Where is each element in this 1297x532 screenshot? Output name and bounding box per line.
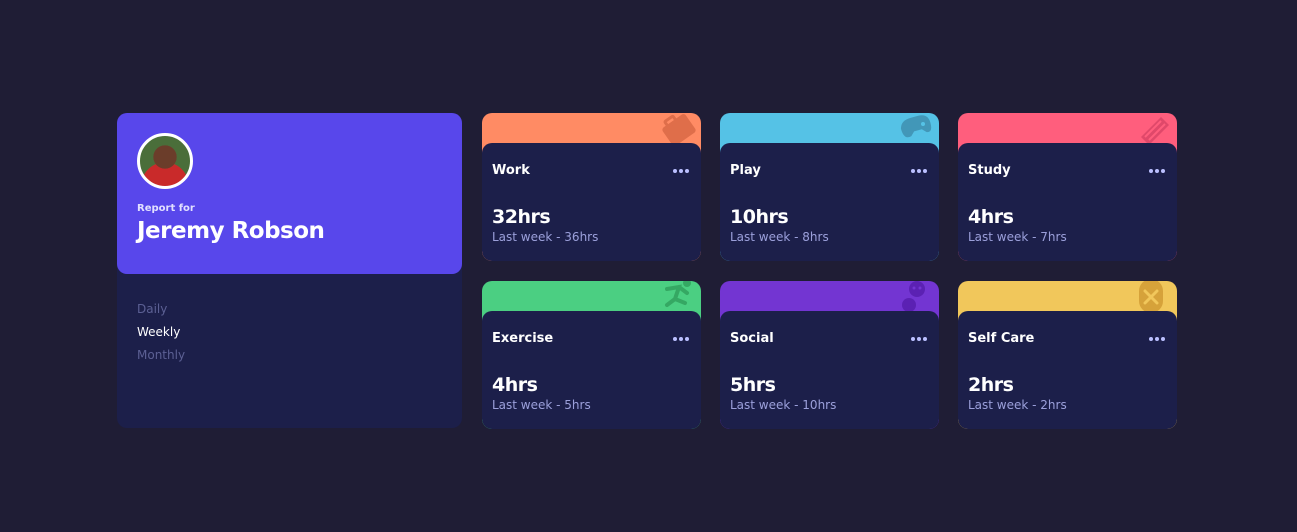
- report-for-label: Report for: [137, 203, 195, 214]
- card-body: Exercise 4hrs Last week - 5hrs: [482, 311, 701, 429]
- card-title: Social: [730, 331, 774, 346]
- current-hours: 2hrs: [968, 374, 1014, 396]
- profile-header: Report for Jeremy Robson: [117, 113, 462, 274]
- ellipsis-icon[interactable]: [671, 335, 691, 343]
- card-body: Social 5hrs Last week - 10hrs: [720, 311, 939, 429]
- card-body: Self Care 2hrs Last week - 2hrs: [958, 311, 1177, 429]
- card-body: Study 4hrs Last week - 7hrs: [958, 143, 1177, 261]
- previous-hours: Last week - 8hrs: [730, 230, 829, 244]
- activity-card-work: Work 32hrs Last week - 36hrs: [482, 113, 701, 261]
- runner-icon: [665, 281, 691, 307]
- profile-card: Report for Jeremy Robson Daily Weekly Mo…: [117, 113, 462, 428]
- previous-hours: Last week - 5hrs: [492, 398, 591, 412]
- period-daily[interactable]: Daily: [137, 302, 442, 316]
- activity-card-social: Social 5hrs Last week - 10hrs: [720, 281, 939, 429]
- current-hours: 4hrs: [968, 206, 1014, 228]
- card-title: Work: [492, 163, 530, 178]
- previous-hours: Last week - 10hrs: [730, 398, 837, 412]
- period-monthly[interactable]: Monthly: [137, 348, 442, 362]
- card-body: Play 10hrs Last week - 8hrs: [720, 143, 939, 261]
- ellipsis-icon[interactable]: [909, 167, 929, 175]
- ellipsis-icon[interactable]: [909, 335, 929, 343]
- user-name: Jeremy Robson: [137, 218, 325, 244]
- previous-hours: Last week - 36hrs: [492, 230, 599, 244]
- card-title: Exercise: [492, 331, 554, 346]
- gamepad-icon: [900, 115, 932, 138]
- activity-card-exercise: Exercise 4hrs Last week - 5hrs: [482, 281, 701, 429]
- activity-grid: Work 32hrs Last week - 36hrs Play 10hrs …: [482, 113, 1177, 429]
- current-hours: 4hrs: [492, 374, 538, 396]
- previous-hours: Last week - 7hrs: [968, 230, 1067, 244]
- briefcase-icon: [662, 114, 696, 146]
- avatar: [137, 133, 193, 189]
- ellipsis-icon[interactable]: [1147, 335, 1167, 343]
- ellipsis-icon[interactable]: [1147, 167, 1167, 175]
- period-weekly[interactable]: Weekly: [137, 325, 442, 339]
- time-tracking-dashboard: Report for Jeremy Robson Daily Weekly Mo…: [117, 113, 1177, 429]
- current-hours: 5hrs: [730, 374, 776, 396]
- card-title: Self Care: [968, 331, 1035, 346]
- period-selector: Daily Weekly Monthly: [117, 274, 462, 362]
- current-hours: 10hrs: [730, 206, 789, 228]
- card-title: Play: [730, 163, 761, 178]
- activity-card-play: Play 10hrs Last week - 8hrs: [720, 113, 939, 261]
- book-icon: [1141, 117, 1169, 145]
- current-hours: 32hrs: [492, 206, 551, 228]
- selfcare-icon: [1139, 281, 1163, 313]
- ellipsis-icon[interactable]: [671, 167, 691, 175]
- card-body: Work 32hrs Last week - 36hrs: [482, 143, 701, 261]
- activity-card-study: Study 4hrs Last week - 7hrs: [958, 113, 1177, 261]
- card-title: Study: [968, 163, 1011, 178]
- previous-hours: Last week - 2hrs: [968, 398, 1067, 412]
- activity-card-self-care: Self Care 2hrs Last week - 2hrs: [958, 281, 1177, 429]
- social-icon: [902, 281, 925, 312]
